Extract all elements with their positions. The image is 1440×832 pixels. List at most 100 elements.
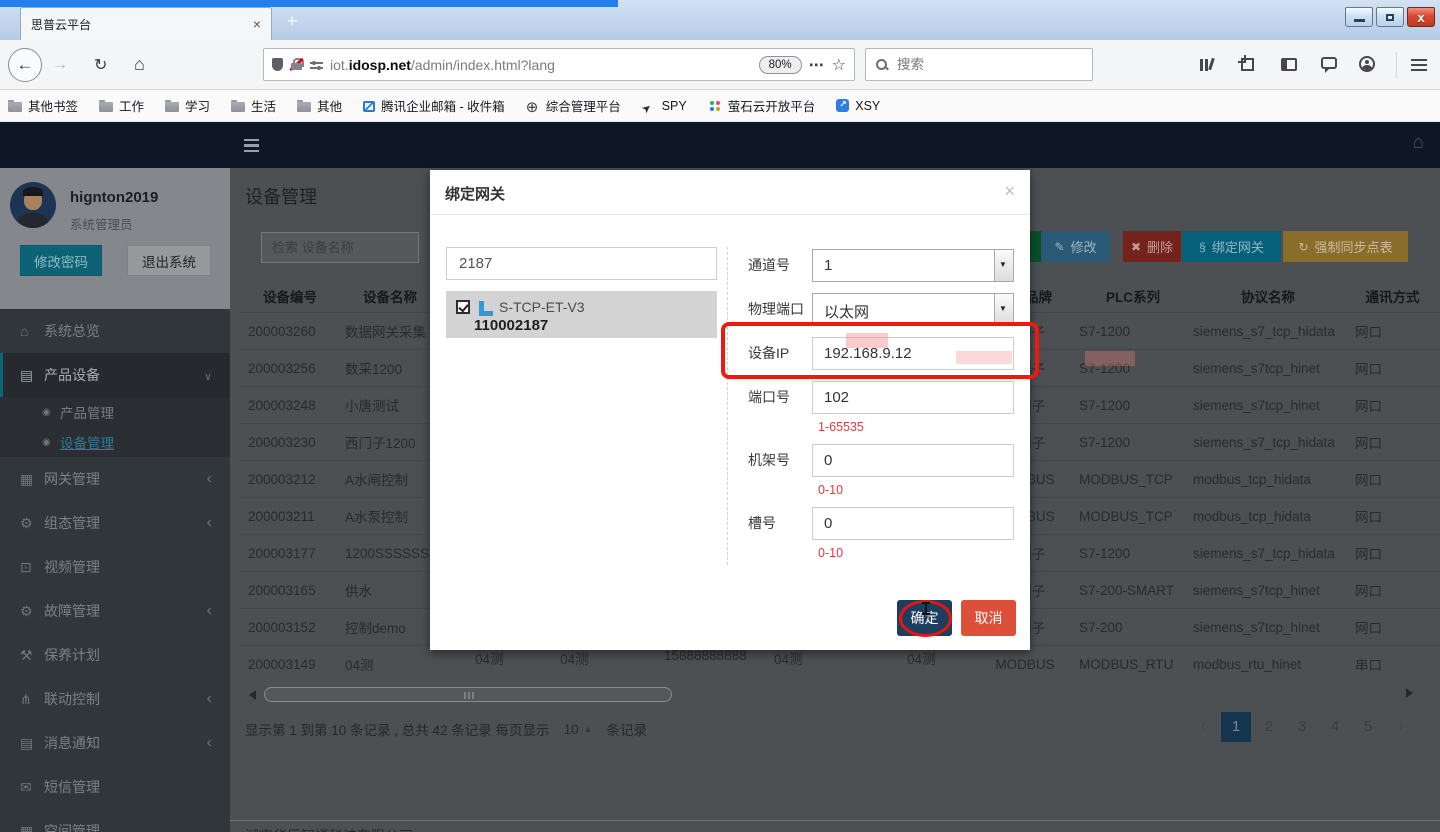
sidebar-collapse-icon[interactable] [244, 139, 259, 152]
bookmark-item[interactable]: 生活 [231, 96, 276, 115]
table-row[interactable]: 200003256 数采1200 [240, 349, 440, 386]
window-minimize-button[interactable] [1345, 7, 1373, 27]
table-row[interactable]: 西门子 S7-1200 siemens_s7_tcp_hidata 网口 [975, 312, 1440, 349]
change-password-button[interactable]: 修改密码 [20, 245, 102, 276]
column-header[interactable]: 设备编号 [240, 286, 340, 306]
bookmark-item[interactable]: 其他 [297, 96, 342, 115]
logout-button[interactable]: 退出系统 [127, 245, 211, 276]
sidebar-menu-item[interactable]: 组态管理 [0, 501, 230, 545]
app-home-icon[interactable]: ⌂ [1413, 132, 1424, 154]
library-icon[interactable] [1199, 58, 1215, 72]
bookmark-item[interactable]: SPY [642, 99, 687, 113]
bookmark-star-icon[interactable]: ☆ [832, 55, 846, 75]
dropdown-button[interactable] [994, 250, 1013, 281]
table-row[interactable]: 200003212 A水闸控制 [240, 460, 440, 497]
window-restore-button[interactable] [1376, 7, 1404, 27]
table-row[interactable]: 200003177 1200SSSSSS [240, 534, 440, 571]
sidebar-menu-item[interactable]: 消息通知 [0, 721, 230, 765]
toolbar-button[interactable]: 删除 [1123, 231, 1181, 262]
page-size-select[interactable]: 10 ▲ [564, 722, 593, 737]
next-page-button[interactable]: › [1386, 712, 1416, 742]
bookmark-item[interactable]: 学习 [165, 96, 210, 115]
screenshot-icon[interactable] [1241, 58, 1254, 71]
sidebar-menu-item[interactable]: 网关管理 [0, 457, 230, 501]
field-control[interactable]: 102 [812, 381, 1014, 414]
bookmark-item[interactable]: 腾讯企业邮箱 - 收件箱 [363, 96, 505, 115]
table-row[interactable]: 200003260 数据网关采集 [240, 312, 440, 349]
page-number-button[interactable]: 1 [1221, 712, 1251, 742]
reload-button[interactable]: ↻ [94, 55, 107, 75]
zoom-level-badge[interactable]: 80% [759, 56, 802, 74]
field-control[interactable]: 0 [812, 444, 1014, 477]
column-header[interactable]: 通讯方式 [1345, 286, 1440, 306]
sidebar-toggle-icon[interactable] [1281, 58, 1297, 71]
bookmark-item[interactable]: XSY [836, 99, 880, 113]
bookmark-item[interactable]: 综合管理平台 [526, 96, 621, 115]
toolbar-button[interactable]: 强制同步点表 [1283, 231, 1408, 262]
forward-button[interactable]: → [52, 56, 68, 74]
table-row[interactable]: 西门子 S7-1200 siemens_s7_tcp_hidata 网口 [975, 534, 1440, 571]
scroll-right-arrow[interactable] [1406, 688, 1413, 698]
tab-close-icon[interactable]: × [253, 17, 261, 31]
sidebar-menu-item[interactable]: 视频管理 [0, 545, 230, 589]
table-row[interactable]: 200003230 西门子1200 [240, 423, 440, 460]
messages-icon[interactable] [1321, 57, 1337, 69]
column-header[interactable]: 协议名称 [1191, 286, 1345, 306]
table-row[interactable]: 200003248 小唐测试 [240, 386, 440, 423]
browser-search-input[interactable] [897, 57, 1082, 72]
device-search-input[interactable] [261, 232, 419, 263]
sidebar-menu-item[interactable]: 短信管理 [0, 765, 230, 809]
table-row[interactable]: 西门子 S7-1200 siemens_s7_tcp_hidata 网口 [975, 423, 1440, 460]
field-control[interactable]: 1 [812, 249, 1014, 282]
table-row[interactable]: 200003152 控制demo [240, 608, 440, 645]
sidebar-menu-item[interactable]: 联动控制 [0, 677, 230, 721]
sidebar-menu-item[interactable]: 保养计划 [0, 633, 230, 677]
shield-icon[interactable] [272, 58, 283, 71]
field-control[interactable]: 0 [812, 507, 1014, 540]
sidebar-menu-item[interactable]: 产品管理 [0, 397, 230, 427]
gateway-search-box[interactable] [446, 247, 717, 280]
column-header[interactable]: 设备名称 [340, 286, 440, 306]
column-header[interactable]: PLC系列 [1075, 286, 1191, 306]
menu-icon[interactable] [1411, 59, 1427, 71]
dropdown-button[interactable] [994, 294, 1013, 325]
page-number-button[interactable]: 5 [1353, 712, 1383, 742]
modal-close-icon[interactable]: × [1004, 181, 1015, 202]
table-row[interactable]: MODBUS MODBUS_RTU modbus_rtu_hinet 串口 [975, 645, 1440, 682]
table-row[interactable]: 西门子 S7-1200 siemens_s7tcp_hinet 网口 [975, 349, 1440, 386]
bookmark-item[interactable]: 萤石云开放平台 [708, 96, 816, 115]
page-actions-icon[interactable]: ⋯ [809, 56, 825, 74]
gateway-search-input[interactable] [447, 255, 716, 272]
sidebar-menu-item[interactable]: 故障管理 [0, 589, 230, 633]
sidebar-menu-item[interactable]: 设备管理 [0, 427, 230, 457]
sidebar-menu-item[interactable]: 空间管理 [0, 809, 230, 832]
table-row[interactable]: 200003211 A水泵控制 [240, 497, 440, 534]
toolbar-button[interactable]: 绑定网关 [1182, 231, 1281, 262]
prev-page-button[interactable]: ‹ [1188, 712, 1218, 742]
table-row[interactable]: 西门子 S7-200 siemens_s7tcp_hinet 网口 [975, 608, 1440, 645]
table-row[interactable]: 200003165 供水 [240, 571, 440, 608]
window-close-button[interactable]: x [1407, 7, 1435, 27]
sidebar-menu-item[interactable]: 产品设备 [0, 353, 230, 397]
account-icon[interactable] [1359, 56, 1375, 72]
page-number-button[interactable]: 3 [1287, 712, 1317, 742]
cancel-button[interactable]: 取消 [961, 600, 1016, 636]
table-row[interactable]: 西门子 S7-200-SMART siemens_s7tcp_hinet 网口 [975, 571, 1440, 608]
table-row[interactable]: MODBUS MODBUS_TCP modbus_tcp_hidata 网口 [975, 460, 1440, 497]
checkbox-checked-icon[interactable] [456, 300, 470, 314]
table-row[interactable]: 200003149 04测 [240, 645, 440, 682]
insecure-lock-icon[interactable] [290, 58, 303, 71]
new-tab-button[interactable]: + [287, 11, 298, 32]
url-bar[interactable]: iot.idosp.net/admin/index.html?lang 80% … [263, 48, 855, 81]
bookmark-item[interactable]: 其他书签 [8, 96, 78, 115]
browser-home-button[interactable]: ⌂ [134, 54, 145, 75]
table-row[interactable]: 西门子 S7-1200 siemens_s7tcp_hinet 网口 [975, 386, 1440, 423]
horizontal-scrollbar[interactable] [264, 687, 672, 702]
scroll-left-arrow[interactable] [249, 690, 256, 700]
page-number-button[interactable]: 4 [1320, 712, 1350, 742]
gateway-list-item[interactable]: S-TCP-ET-V3 110002187 [446, 291, 717, 338]
browser-search-bar[interactable] [865, 48, 1093, 81]
toolbar-button[interactable]: 修改 [1041, 231, 1110, 262]
bookmark-item[interactable]: 工作 [99, 96, 144, 115]
permissions-icon[interactable] [310, 60, 323, 70]
